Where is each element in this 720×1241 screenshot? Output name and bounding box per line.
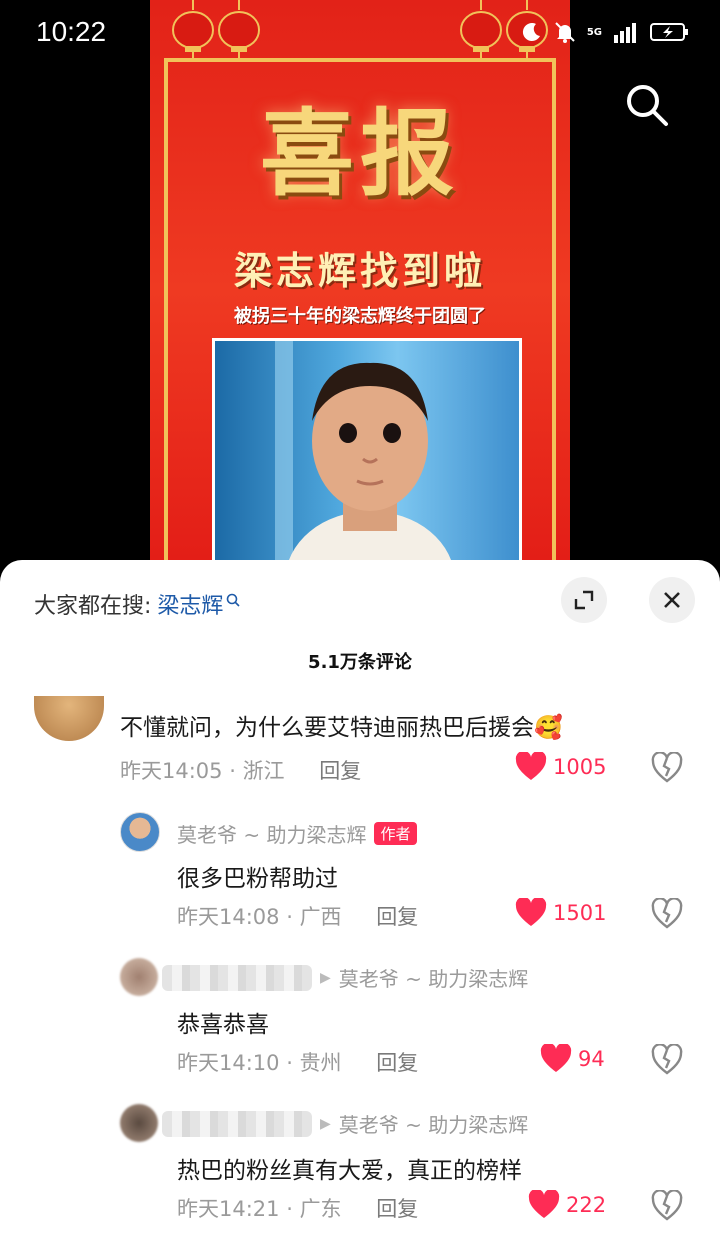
expand-button[interactable]	[561, 577, 607, 623]
author-badge: 作者	[374, 822, 417, 845]
like-button[interactable]: 222	[528, 1190, 606, 1220]
avatar[interactable]	[120, 958, 158, 996]
avatar[interactable]	[34, 696, 104, 741]
heart-icon	[515, 898, 547, 926]
comment-time: 昨天14:08	[177, 905, 280, 929]
moon-icon	[522, 23, 540, 42]
reply-button[interactable]: 回复	[376, 905, 418, 929]
blurred-username	[162, 1110, 312, 1137]
child-portrait-image	[275, 341, 455, 575]
like-count: 222	[566, 1193, 607, 1217]
close-icon	[664, 592, 680, 608]
comment-text: 恭喜恭喜	[177, 1012, 269, 1038]
like-count: 1501	[553, 901, 607, 925]
comment-text: 不懂就问，为什么要艾特迪丽热巴后援会	[120, 715, 534, 741]
blurred-username	[162, 964, 312, 991]
comment-meta: 昨天14:21 · 广东 回复	[177, 1197, 419, 1221]
signal-5g-icon	[614, 23, 636, 43]
status-time: 10:22	[36, 16, 107, 47]
comment-sheet: 大家都在搜: 梁志辉 5.1万条评论 不懂就问，为什么要艾特迪丽热巴后援会🥰 昨…	[0, 560, 720, 1241]
comment-time: 昨天14:05	[120, 759, 223, 783]
comment-location: 广西	[299, 905, 342, 929]
reply-button[interactable]: 回复	[376, 1197, 418, 1221]
reply-arrow-icon: ▶	[320, 969, 331, 986]
comment-location: 浙江	[242, 759, 285, 783]
heart-icon	[540, 1044, 572, 1072]
search-icon	[227, 593, 241, 607]
video-player[interactable]: 喜报 梁志辉找到啦 被拐三十年的梁志辉终于团圆了	[0, 0, 720, 580]
hot-search-label: 大家都在搜:	[34, 594, 152, 619]
reply-button[interactable]: 回复	[376, 1051, 418, 1075]
comment-count: 5.1万条评论	[308, 652, 412, 673]
reply-to-username[interactable]: 莫老爷 ~ 助力梁志辉	[339, 1109, 528, 1138]
poster-title: 喜报	[259, 99, 460, 209]
heart-icon	[528, 1190, 560, 1218]
video-poster: 喜报 梁志辉找到啦 被拐三十年的梁志辉终于团圆了	[150, 0, 570, 580]
hot-search-keyword[interactable]: 梁志辉	[157, 588, 223, 620]
reply-username[interactable]: 莫老爷 ~ 助力梁志辉	[177, 819, 366, 848]
reply-item: ▶ 莫老爷 ~ 助力梁志辉 恭喜恭喜 昨天14:10 · 贵州 回复 94	[0, 950, 720, 1090]
network-label: 5G	[586, 26, 602, 38]
comment-item: 不懂就问，为什么要艾特迪丽热巴后援会🥰 昨天14:05 · 浙江 回复 1005	[0, 688, 720, 808]
dislike-heart-icon[interactable]	[651, 1044, 683, 1076]
avatar[interactable]	[120, 1104, 158, 1142]
heart-icon	[515, 752, 547, 780]
poster-caption: 被拐三十年的梁志辉终于团圆了	[234, 306, 486, 327]
expand-icon	[574, 590, 594, 610]
reply-button[interactable]: 回复	[319, 759, 361, 783]
reply-arrow-icon: ▶	[320, 1115, 331, 1132]
dislike-heart-icon[interactable]	[651, 1190, 683, 1222]
comment-time: 昨天14:21	[177, 1197, 280, 1221]
comment-meta: 昨天14:05 · 浙江 回复	[120, 759, 362, 783]
comment-text: 热巴的粉丝真有大爱，真正的榜样	[177, 1158, 522, 1184]
like-button[interactable]: 1005	[515, 752, 606, 782]
comment-meta: 昨天14:08 · 广西 回复	[177, 905, 419, 929]
reply-item: ▶ 莫老爷 ~ 助力梁志辉 热巴的粉丝真有大爱，真正的榜样 昨天14:21 · …	[0, 1096, 720, 1236]
reply-to-username[interactable]: 莫老爷 ~ 助力梁志辉	[339, 963, 528, 992]
close-button[interactable]	[649, 577, 695, 623]
bell-off-icon	[555, 22, 575, 43]
reply-item: 莫老爷 ~ 助力梁志辉 作者 很多巴粉帮助过 昨天14:08 · 广西 回复 1…	[0, 804, 720, 944]
child-photo	[212, 338, 522, 578]
like-count: 94	[578, 1047, 605, 1071]
hot-search-bar[interactable]: 大家都在搜: 梁志辉	[34, 588, 241, 620]
search-icon[interactable]	[624, 82, 670, 128]
comment-location: 贵州	[299, 1051, 342, 1075]
emoji-icon: 🥰	[534, 715, 563, 741]
comment-meta: 昨天14:10 · 贵州 回复	[177, 1051, 419, 1075]
comment-text: 很多巴粉帮助过	[177, 866, 338, 892]
dislike-heart-icon[interactable]	[651, 898, 683, 930]
poster-subtitle: 梁志辉找到啦	[233, 249, 486, 293]
comment-time: 昨天14:10	[177, 1051, 280, 1075]
like-button[interactable]: 94	[540, 1044, 605, 1074]
dislike-heart-icon[interactable]	[651, 752, 683, 784]
status-bar: 10:22 5G	[0, 0, 720, 70]
like-count: 1005	[553, 755, 607, 779]
avatar[interactable]	[120, 812, 160, 852]
comment-location: 广东	[299, 1197, 342, 1221]
like-button[interactable]: 1501	[515, 898, 606, 928]
battery-charging-icon	[650, 23, 688, 41]
